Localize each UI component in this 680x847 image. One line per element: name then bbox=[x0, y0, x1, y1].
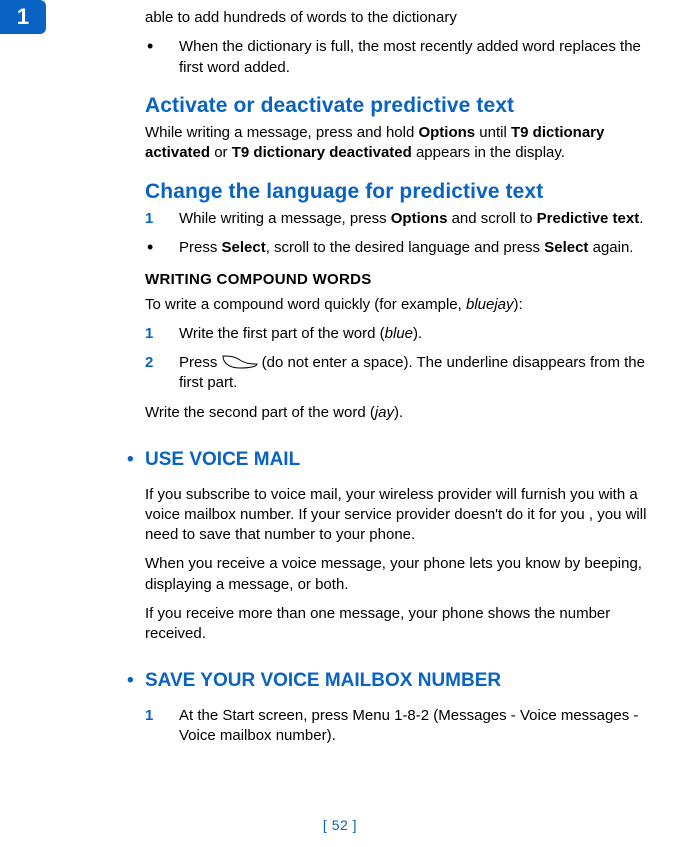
page: 1 able to add hundreds of words to the d… bbox=[0, 0, 680, 847]
chapter-tab: 1 bbox=[0, 0, 46, 34]
text-fragment: appears in the display. bbox=[412, 144, 565, 161]
heading-text: USE VOICE MAIL bbox=[145, 447, 300, 473]
heading-bullet-icon bbox=[127, 668, 145, 694]
compound-intro: To write a compound word quickly (for ex… bbox=[145, 295, 654, 315]
text-fragment: . bbox=[639, 210, 643, 227]
bullet-dictionary-full: When the dictionary is full, the most re… bbox=[145, 37, 654, 78]
text-fragment: and scroll to bbox=[447, 210, 536, 227]
step-1-save: 1 At the Start screen, press Menu 1-8-2 … bbox=[145, 706, 654, 747]
step-number: 1 bbox=[145, 706, 179, 747]
bold-select: Select bbox=[544, 239, 588, 256]
text-fragment: Write the first part of the word ( bbox=[179, 325, 385, 342]
step-text: While writing a message, press Options a… bbox=[179, 209, 654, 229]
step-text: Write the first part of the word (blue). bbox=[179, 324, 654, 344]
text-fragment: While writing a message, press and hold bbox=[145, 124, 418, 141]
heading-change-language: Change the language for predictive text bbox=[145, 178, 654, 206]
italic-bluejay: bluejay bbox=[466, 296, 514, 313]
text-fragment: until bbox=[475, 124, 511, 141]
text-fragment: ). bbox=[394, 404, 403, 421]
step-number: 1 bbox=[145, 209, 179, 229]
heading-save-voice-mailbox: SAVE YOUR VOICE MAILBOX NUMBER bbox=[145, 668, 654, 694]
voice-p1: If you subscribe to voice mail, your wir… bbox=[145, 485, 654, 546]
bold-predictive-text: Predictive text bbox=[537, 210, 640, 227]
page-number: [ 52 ] bbox=[0, 816, 680, 835]
bullet-icon bbox=[145, 37, 179, 78]
text-fragment: or bbox=[210, 144, 232, 161]
bold-select: Select bbox=[222, 239, 266, 256]
text-fragment: , scroll to the desired language and pre… bbox=[266, 239, 545, 256]
step-text: Press (do not enter a space). The underl… bbox=[179, 353, 654, 394]
continuation-text: able to add hundreds of words to the dic… bbox=[145, 8, 654, 28]
subheading-compound: WRITING COMPOUND WORDS bbox=[145, 270, 654, 290]
italic-blue: blue bbox=[385, 325, 413, 342]
softkey-icon bbox=[222, 355, 258, 369]
step-number: 2 bbox=[145, 353, 179, 394]
text-fragment: Press bbox=[179, 239, 222, 256]
bold-t9-deactivated: T9 dictionary deactivated bbox=[232, 144, 412, 161]
heading-text: SAVE YOUR VOICE MAILBOX NUMBER bbox=[145, 668, 501, 694]
bullet-change-language: Press Select, scroll to the desired lang… bbox=[145, 238, 654, 258]
bold-options: Options bbox=[391, 210, 448, 227]
text-fragment: Press bbox=[179, 354, 222, 371]
bullet-text: When the dictionary is full, the most re… bbox=[179, 37, 654, 78]
voice-p2: When you receive a voice message, your p… bbox=[145, 554, 654, 595]
italic-jay: jay bbox=[375, 404, 394, 421]
activate-body: While writing a message, press and hold … bbox=[145, 123, 654, 164]
content-area: able to add hundreds of words to the dic… bbox=[145, 0, 654, 746]
step-number: 1 bbox=[145, 324, 179, 344]
step-1-change: 1 While writing a message, press Options… bbox=[145, 209, 654, 229]
compound-after: Write the second part of the word (jay). bbox=[145, 403, 654, 423]
bullet-icon bbox=[145, 238, 179, 258]
text-fragment: To write a compound word quickly (for ex… bbox=[145, 296, 466, 313]
text-fragment: While writing a message, press bbox=[179, 210, 391, 227]
heading-activate-deactivate: Activate or deactivate predictive text bbox=[145, 92, 654, 120]
step-2-compound: 2 Press (do not enter a space). The unde… bbox=[145, 353, 654, 394]
voice-p3: If you receive more than one message, yo… bbox=[145, 604, 654, 645]
heading-bullet-icon bbox=[127, 447, 145, 473]
text-fragment: again. bbox=[588, 239, 633, 256]
bold-options: Options bbox=[418, 124, 475, 141]
heading-use-voice-mail: USE VOICE MAIL bbox=[145, 447, 654, 473]
step-1-compound: 1 Write the first part of the word (blue… bbox=[145, 324, 654, 344]
bullet-text: Press Select, scroll to the desired lang… bbox=[179, 238, 654, 258]
text-fragment: Write the second part of the word ( bbox=[145, 404, 375, 421]
text-fragment: ). bbox=[413, 325, 422, 342]
step-text: At the Start screen, press Menu 1-8-2 (M… bbox=[179, 706, 654, 747]
text-fragment: ): bbox=[514, 296, 523, 313]
